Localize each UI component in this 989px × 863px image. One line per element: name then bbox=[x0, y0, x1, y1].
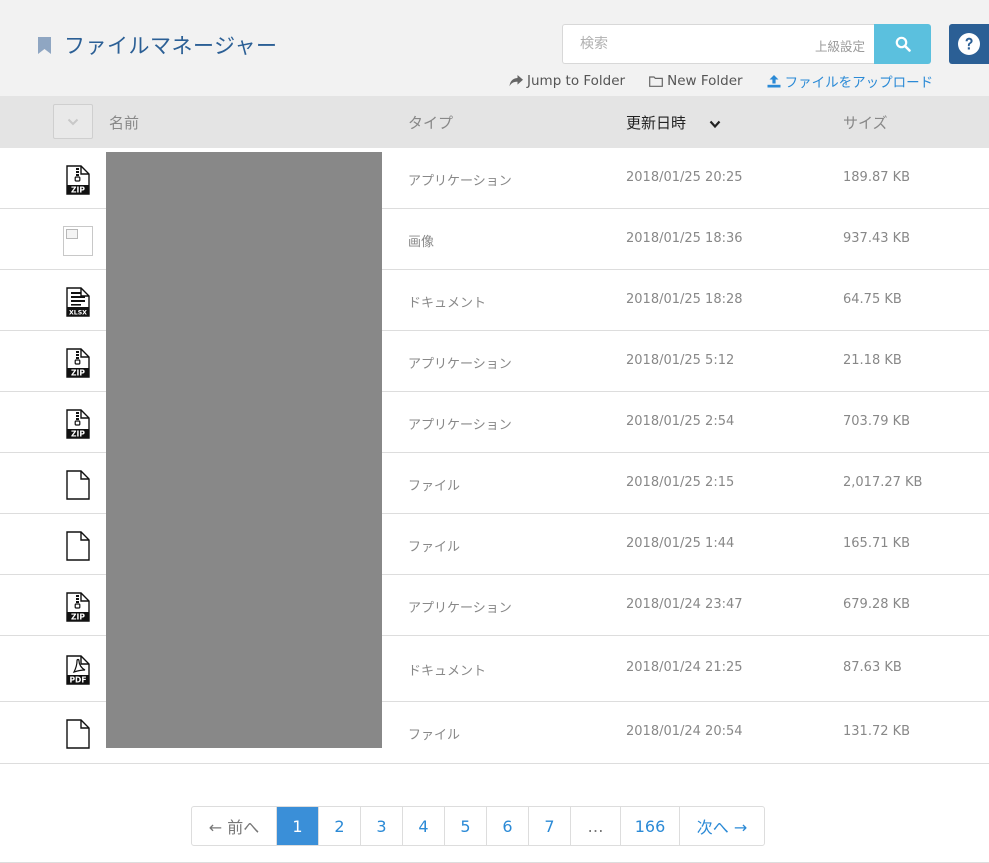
last-page-button[interactable]: 166 bbox=[621, 807, 680, 845]
column-header-size[interactable]: サイズ bbox=[843, 112, 888, 133]
generic-file-icon bbox=[66, 470, 90, 500]
header: ファイルマネージャー 上級設定 Jump to Fold bbox=[0, 0, 989, 96]
file-type-cell: ドキュメント bbox=[408, 664, 487, 679]
generic-file-icon bbox=[66, 719, 90, 749]
column-header-date[interactable]: 更新日時 bbox=[626, 112, 686, 133]
zip-file-icon: ZIP bbox=[66, 409, 90, 439]
pagination: ← 前へ 1 2 3 4 5 6 7 … 166 次へ → bbox=[191, 806, 765, 846]
next-page-button[interactable]: 次へ → bbox=[680, 807, 764, 845]
file-size-cell: 2,017.27 KB bbox=[843, 475, 923, 490]
page-6-button[interactable]: 6 bbox=[487, 807, 529, 845]
zip-file-icon: ZIP bbox=[66, 348, 90, 378]
file-type-cell: アプリケーション bbox=[408, 357, 512, 372]
file-size-cell: 64.75 KB bbox=[843, 292, 902, 307]
modified-date-cell: 2018/01/25 2:54 bbox=[626, 414, 735, 429]
page-2-button[interactable]: 2 bbox=[319, 807, 361, 845]
jump-to-folder-button[interactable]: Jump to Folder bbox=[509, 73, 625, 89]
new-folder-label: New Folder bbox=[667, 73, 743, 89]
page-5-button[interactable]: 5 bbox=[445, 807, 487, 845]
redacted-file-names bbox=[106, 152, 382, 748]
file-size-cell: 937.43 KB bbox=[843, 231, 911, 246]
page-1-button[interactable]: 1 bbox=[277, 807, 319, 845]
file-size-cell: 703.79 KB bbox=[843, 414, 911, 429]
page-3-button[interactable]: 3 bbox=[361, 807, 403, 845]
title-area: ファイルマネージャー bbox=[38, 30, 278, 60]
bookmark-icon bbox=[38, 36, 51, 54]
page-4-button[interactable]: 4 bbox=[403, 807, 445, 845]
file-type-label: ZIP bbox=[71, 612, 85, 621]
share-arrow-icon bbox=[509, 75, 523, 87]
file-type-cell: アプリケーション bbox=[408, 174, 512, 189]
question-icon bbox=[958, 33, 980, 55]
column-header-name[interactable]: 名前 bbox=[109, 112, 139, 133]
advanced-search-link[interactable]: 上級設定 bbox=[815, 36, 865, 55]
modified-date-cell: 2018/01/25 2:15 bbox=[626, 475, 735, 490]
file-size-cell: 165.71 KB bbox=[843, 536, 911, 551]
file-type-cell: 画像 bbox=[408, 235, 435, 250]
sort-descending-icon[interactable] bbox=[709, 120, 721, 129]
pdf-file-icon: PDF bbox=[66, 655, 90, 685]
table-header: 名前 タイプ 更新日時 サイズ bbox=[0, 96, 989, 148]
modified-date-cell: 2018/01/24 23:47 bbox=[626, 597, 743, 612]
file-size-cell: 21.18 KB bbox=[843, 353, 902, 368]
folder-actions: Jump to Folder New Folder ファイルをアップロード bbox=[509, 71, 933, 91]
file-type-cell: ドキュメント bbox=[408, 296, 487, 311]
search-input[interactable] bbox=[563, 25, 793, 63]
file-type-label: XLSX bbox=[69, 309, 87, 316]
jump-to-folder-label: Jump to Folder bbox=[527, 73, 626, 89]
upload-file-button[interactable]: ファイルをアップロード bbox=[767, 71, 934, 91]
xlsx-file-icon: XLSX bbox=[66, 287, 90, 317]
modified-date-cell: 2018/01/25 18:36 bbox=[626, 231, 743, 246]
generic-file-icon bbox=[66, 531, 90, 561]
broken-image-icon bbox=[63, 226, 93, 256]
file-type-label: ZIP bbox=[71, 368, 85, 377]
folder-icon bbox=[649, 75, 664, 87]
file-type-cell: ファイル bbox=[408, 479, 461, 494]
modified-date-cell: 2018/01/25 5:12 bbox=[626, 353, 735, 368]
file-type-label: ZIP bbox=[71, 185, 85, 194]
upload-icon bbox=[767, 74, 781, 87]
page-title: ファイルマネージャー bbox=[64, 34, 278, 58]
chevron-down-icon bbox=[67, 118, 79, 125]
page-ellipsis: … bbox=[571, 807, 621, 845]
file-size-cell: 189.87 KB bbox=[843, 170, 911, 185]
file-type-cell: アプリケーション bbox=[408, 601, 512, 616]
file-type-cell: アプリケーション bbox=[408, 418, 512, 433]
search-button[interactable] bbox=[874, 24, 931, 64]
search-icon bbox=[895, 36, 911, 52]
new-folder-button[interactable]: New Folder bbox=[649, 73, 743, 89]
modified-date-cell: 2018/01/24 20:54 bbox=[626, 724, 743, 739]
file-type-label: ZIP bbox=[71, 429, 85, 438]
search-box: 上級設定 bbox=[562, 24, 875, 64]
file-type-label: PDF bbox=[69, 675, 86, 684]
help-button[interactable] bbox=[949, 24, 989, 64]
modified-date-cell: 2018/01/25 20:25 bbox=[626, 170, 743, 185]
modified-date-cell: 2018/01/25 1:44 bbox=[626, 536, 735, 551]
modified-date-cell: 2018/01/24 21:25 bbox=[626, 660, 743, 675]
file-type-cell: ファイル bbox=[408, 540, 461, 555]
zip-file-icon: ZIP bbox=[66, 592, 90, 622]
file-size-cell: 131.72 KB bbox=[843, 724, 911, 739]
file-type-cell: ファイル bbox=[408, 728, 461, 743]
modified-date-cell: 2018/01/25 18:28 bbox=[626, 292, 743, 307]
select-all-dropdown[interactable] bbox=[53, 104, 93, 139]
file-manager-page: ファイルマネージャー 上級設定 Jump to Fold bbox=[0, 0, 989, 863]
prev-page-button[interactable]: ← 前へ bbox=[192, 807, 277, 845]
upload-file-label: ファイルをアップロード bbox=[784, 75, 934, 91]
column-header-type[interactable]: タイプ bbox=[408, 112, 453, 133]
zip-file-icon: ZIP bbox=[66, 165, 90, 195]
file-size-cell: 679.28 KB bbox=[843, 597, 911, 612]
file-size-cell: 87.63 KB bbox=[843, 660, 902, 675]
page-7-button[interactable]: 7 bbox=[529, 807, 571, 845]
